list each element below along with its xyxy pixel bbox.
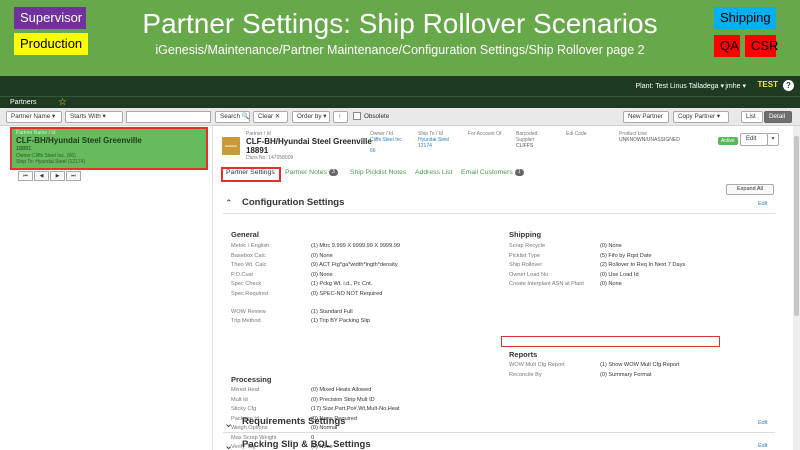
environment-label: TEST: [757, 80, 778, 89]
order-by-dropdown[interactable]: Order by ▾: [292, 111, 330, 123]
obsolete-label: Obsolete: [364, 113, 390, 120]
requirements-edit-link[interactable]: Edit: [758, 420, 767, 426]
help-icon[interactable]: ?: [783, 80, 794, 91]
search-input[interactable]: [126, 111, 211, 123]
pager: ⏮ ◀ ▶ ⏭: [18, 171, 82, 181]
partner-name-filter[interactable]: Partner Name ▾: [6, 111, 62, 123]
favorite-star-icon[interactable]: ☆: [58, 97, 67, 108]
first-page-button[interactable]: ⏮: [18, 171, 33, 181]
list-view-button[interactable]: List: [741, 111, 763, 123]
obsolete-checkbox[interactable]: [353, 112, 361, 120]
slide-path: iGenesis/Maintenance/Partner Maintenance…: [155, 43, 645, 57]
qa-tag: QA: [714, 35, 740, 57]
csr-tag: CSR: [745, 35, 778, 57]
app-window: Plant: Test Linus Talladega ▾ jmhe ▾ TES…: [0, 76, 800, 450]
search-toolbar: Partner Name ▾ Starts With ▾ Search 🔍 Cl…: [0, 108, 800, 126]
collapsed-sections: ⌄ Requirements Settings Edit ⌄ Packing S…: [213, 126, 800, 450]
plant-selector[interactable]: Plant: Test Linus Talladega ▾: [636, 82, 724, 90]
divider: [223, 432, 775, 433]
copy-partner-button[interactable]: Copy Partner ▾: [673, 111, 729, 123]
section-bar: Partners ☆: [0, 96, 800, 108]
prev-page-button[interactable]: ◀: [34, 171, 49, 181]
packing-slip-section-title[interactable]: Packing Slip & BOL Settings: [242, 439, 371, 450]
scrollbar-thumb[interactable]: [794, 136, 799, 316]
slide-title: Partner Settings: Ship Rollover Scenario…: [142, 8, 658, 39]
highlight-box-partner: [10, 127, 208, 170]
chevron-down-icon[interactable]: ⌄: [224, 417, 233, 430]
user-menu[interactable]: jmhe ▾: [725, 82, 746, 90]
top-bar: Plant: Test Linus Talladega ▾ jmhe ▾ TES…: [0, 76, 800, 96]
section-label: Partners: [10, 99, 37, 106]
shipping-tag: Shipping: [714, 7, 776, 29]
sort-direction-button[interactable]: ↑: [333, 111, 348, 123]
search-button[interactable]: Search 🔍: [215, 111, 250, 123]
new-partner-button[interactable]: New Partner: [623, 111, 669, 123]
last-page-button[interactable]: ⏭: [66, 171, 81, 181]
partner-list-panel: Partner Name / Id CLF-BH/Hyundai Steel G…: [0, 126, 213, 450]
chevron-down-icon[interactable]: ⌄: [224, 439, 233, 450]
starts-with-filter[interactable]: Starts With ▾: [65, 111, 123, 123]
detail-view-button[interactable]: Detail: [764, 111, 792, 123]
scrollbar[interactable]: [793, 126, 800, 450]
next-page-button[interactable]: ▶: [50, 171, 65, 181]
requirements-section-title[interactable]: Requirements Settings: [242, 416, 345, 427]
clear-button[interactable]: Clear ✕: [253, 111, 288, 123]
packing-slip-edit-link[interactable]: Edit: [758, 443, 767, 449]
